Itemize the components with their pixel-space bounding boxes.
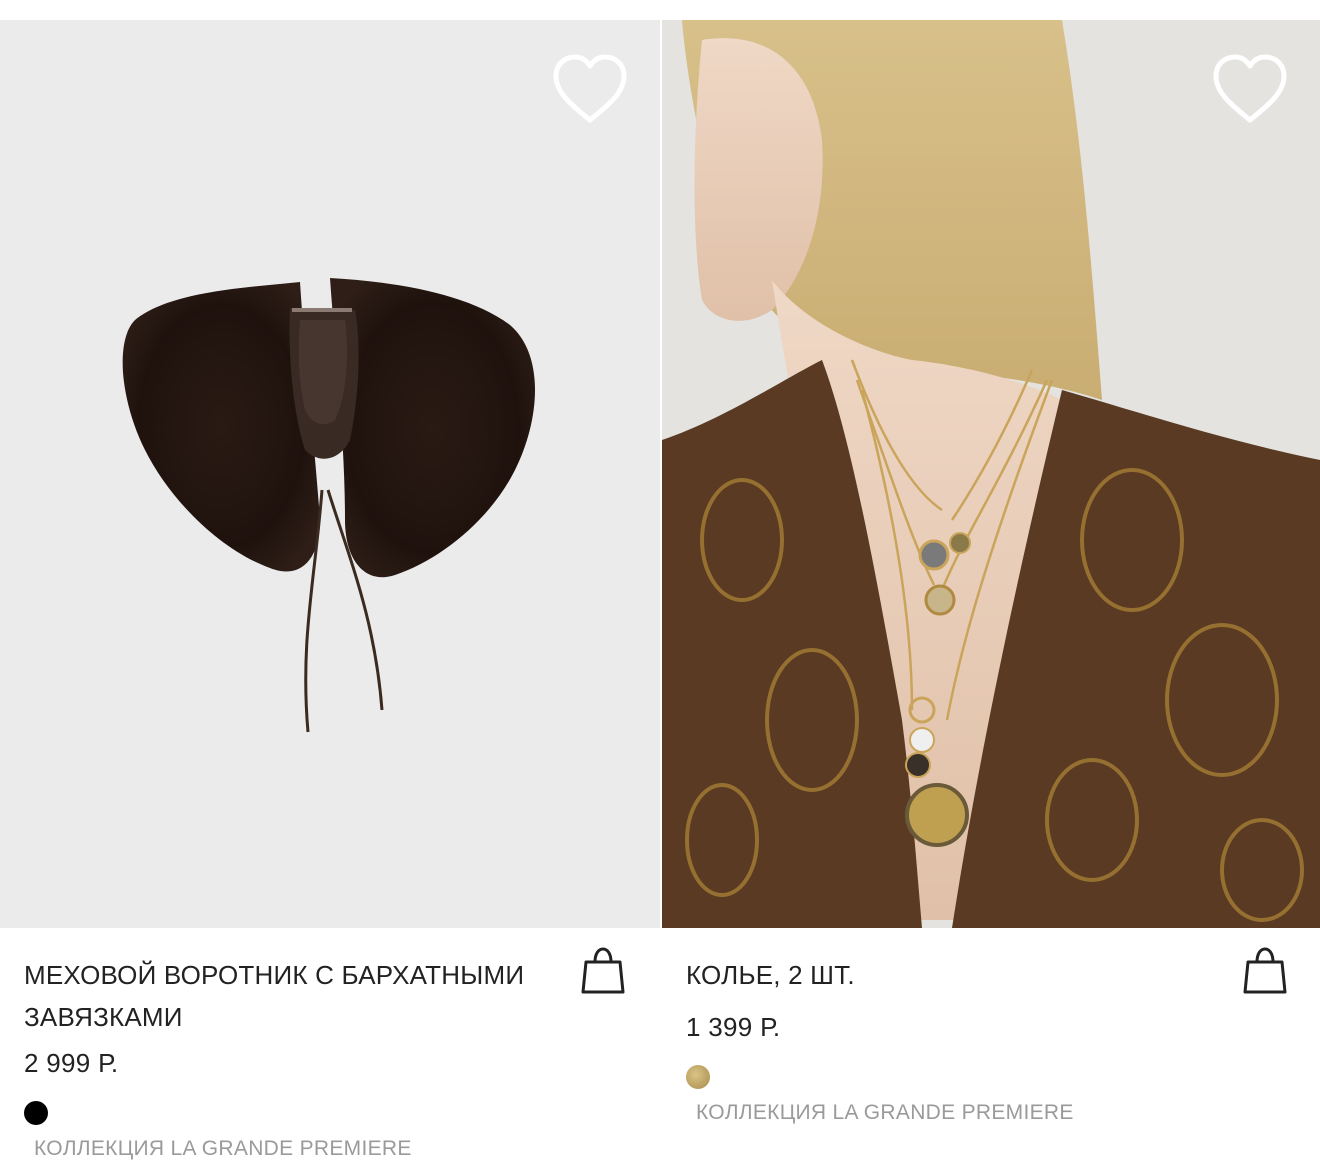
product-title[interactable]: КОЛЬЕ, 2 ШТ. bbox=[686, 954, 1246, 996]
product-info: КОЛЬЕ, 2 ШТ. 1 399 Р. КОЛЛЕКЦИЯ LA GRAND… bbox=[662, 928, 1320, 1125]
shopping-bag-icon bbox=[581, 947, 625, 994]
add-to-cart-button[interactable] bbox=[1242, 946, 1288, 996]
collection-label: КОЛЛЕКЦИЯ LA GRANDE PREMIERE bbox=[696, 1101, 1074, 1124]
color-swatch-black[interactable] bbox=[24, 1101, 48, 1125]
favorite-button[interactable] bbox=[1210, 52, 1290, 128]
product-card-necklace[interactable]: КОЛЬЕ, 2 ШТ. 1 399 Р. КОЛЛЕКЦИЯ LA GRAND… bbox=[662, 20, 1320, 1125]
product-image-fur-collar[interactable] bbox=[0, 20, 660, 928]
product-price: 1 399 Р. bbox=[686, 1012, 781, 1042]
shopping-bag-icon bbox=[1243, 947, 1287, 994]
product-card-fur-collar[interactable]: МЕХОВОЙ ВОРОТНИК С БАРХАТНЫМИ ЗАВЯЗКАМИ … bbox=[0, 20, 660, 1161]
fur-collar-illustration bbox=[122, 278, 535, 733]
product-price: 2 999 Р. bbox=[24, 1048, 119, 1078]
product-title[interactable]: МЕХОВОЙ ВОРОТНИК С БАРХАТНЫМИ ЗАВЯЗКАМИ bbox=[24, 954, 584, 1038]
product-info: МЕХОВОЙ ВОРОТНИК С БАРХАТНЫМИ ЗАВЯЗКАМИ … bbox=[0, 928, 660, 1161]
favorite-button[interactable] bbox=[550, 52, 630, 128]
necklace-model-illustration bbox=[662, 20, 1320, 928]
add-to-cart-button[interactable] bbox=[580, 946, 626, 996]
product-image-necklace[interactable] bbox=[662, 20, 1320, 928]
color-swatch-gold[interactable] bbox=[686, 1065, 710, 1089]
collection-label: КОЛЛЕКЦИЯ LA GRANDE PREMIERE bbox=[34, 1137, 412, 1160]
heart-outline-icon bbox=[553, 54, 627, 123]
heart-outline-icon bbox=[1213, 54, 1287, 123]
